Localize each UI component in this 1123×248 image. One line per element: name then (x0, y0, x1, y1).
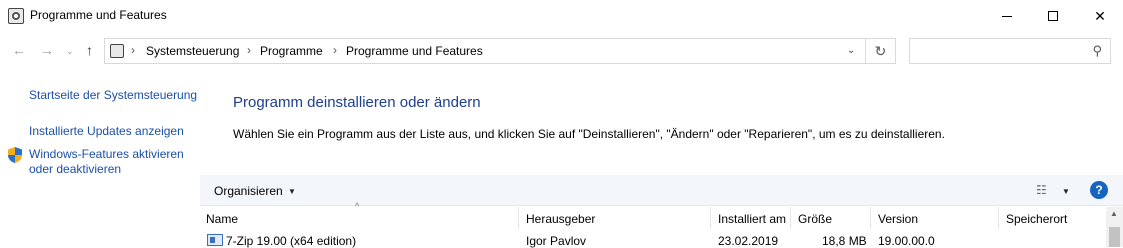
control-panel-icon (8, 8, 24, 24)
column-header-publisher[interactable]: Herausgeber (526, 212, 595, 226)
sort-ascending-icon: ^ (355, 201, 360, 211)
column-header-installed[interactable]: Installiert am (718, 212, 786, 226)
refresh-button[interactable]: ↻ (866, 38, 896, 64)
address-bar[interactable]: › Systemsteuerung › Programme › Programm… (104, 38, 866, 64)
navigation-bar: ← → ⌄ ↑ › Systemsteuerung › Programme › … (0, 32, 1123, 68)
address-dropdown-chevron-icon[interactable]: ⌄ (847, 45, 855, 56)
program-icon (207, 234, 223, 246)
sidebar-link-windows-features[interactable]: Windows-Features aktivieren (29, 147, 184, 162)
breadcrumb-separator-icon: › (333, 43, 337, 57)
scroll-up-arrow-icon[interactable]: ▲ (1110, 209, 1118, 218)
view-dropdown-caret-icon[interactable]: ▼ (1062, 187, 1070, 196)
table-row-publisher: Igor Pavlov (526, 234, 587, 248)
page-title: Programm deinstallieren oder ändern (233, 94, 481, 111)
column-divider[interactable] (790, 207, 791, 229)
search-icon[interactable]: ⚲ (1092, 43, 1102, 59)
page-description: Wählen Sie ein Programm aus der Liste au… (233, 127, 945, 141)
view-options-icon[interactable]: ☷ (1036, 183, 1047, 197)
maximize-icon (1048, 11, 1058, 21)
breadcrumb-systemsteuerung[interactable]: Systemsteuerung (146, 44, 239, 58)
column-header-name[interactable]: Name (206, 212, 238, 226)
breadcrumb-separator-icon: › (131, 43, 135, 57)
refresh-icon: ↻ (874, 42, 887, 59)
uac-shield-icon (8, 147, 22, 163)
back-arrow-icon[interactable]: ← (12, 42, 26, 58)
column-divider[interactable] (710, 207, 711, 229)
maximize-button[interactable] (1030, 0, 1076, 32)
minimize-button[interactable] (984, 0, 1030, 32)
help-icon[interactable]: ? (1090, 181, 1108, 199)
column-divider[interactable] (518, 207, 519, 229)
title-bar: Programme und Features ✕ (0, 0, 1123, 32)
window-title: Programme und Features (30, 8, 167, 22)
vertical-scrollbar[interactable]: ▲ (1106, 207, 1123, 247)
column-divider[interactable] (998, 207, 999, 229)
organize-dropdown-caret-icon[interactable]: ▼ (288, 187, 296, 196)
column-header-version[interactable]: Version (878, 212, 918, 226)
table-row-installed: 23.02.2019 (718, 234, 779, 248)
column-header-size[interactable]: Größe (798, 212, 832, 226)
sidebar-link-installed-updates[interactable]: Installierte Updates anzeigen (29, 124, 184, 139)
breadcrumb-separator-icon: › (247, 43, 251, 57)
minimize-icon (1002, 15, 1012, 17)
search-input[interactable]: ⚲ (909, 38, 1111, 64)
sidebar-link-startseite[interactable]: Startseite der Systemsteuerung (29, 88, 197, 103)
recent-locations-chevron-icon[interactable]: ⌄ (66, 46, 74, 57)
control-panel-icon (110, 44, 124, 58)
forward-arrow-icon[interactable]: → (40, 42, 54, 58)
breadcrumb-programme-und-features[interactable]: Programme und Features (346, 44, 483, 58)
close-icon: ✕ (1094, 7, 1106, 24)
table-row-version: 19.00.00.0 (878, 234, 935, 248)
column-divider[interactable] (870, 207, 871, 229)
table-row-name[interactable]: 7-Zip 19.00 (x64 edition) (226, 234, 356, 248)
close-button[interactable]: ✕ (1077, 0, 1123, 32)
up-arrow-icon[interactable]: ↑ (86, 42, 93, 58)
table-row-size: 18,8 MB (822, 234, 867, 248)
scrollbar-thumb[interactable] (1109, 227, 1120, 247)
sidebar-link-windows-features-line2[interactable]: oder deaktivieren (29, 162, 121, 177)
column-header-location[interactable]: Speicherort (1006, 212, 1067, 226)
organize-button[interactable]: Organisieren (214, 184, 283, 198)
breadcrumb-programme[interactable]: Programme (260, 44, 323, 58)
command-toolbar: Organisieren ▼ ☷ ▼ ? (200, 175, 1123, 206)
